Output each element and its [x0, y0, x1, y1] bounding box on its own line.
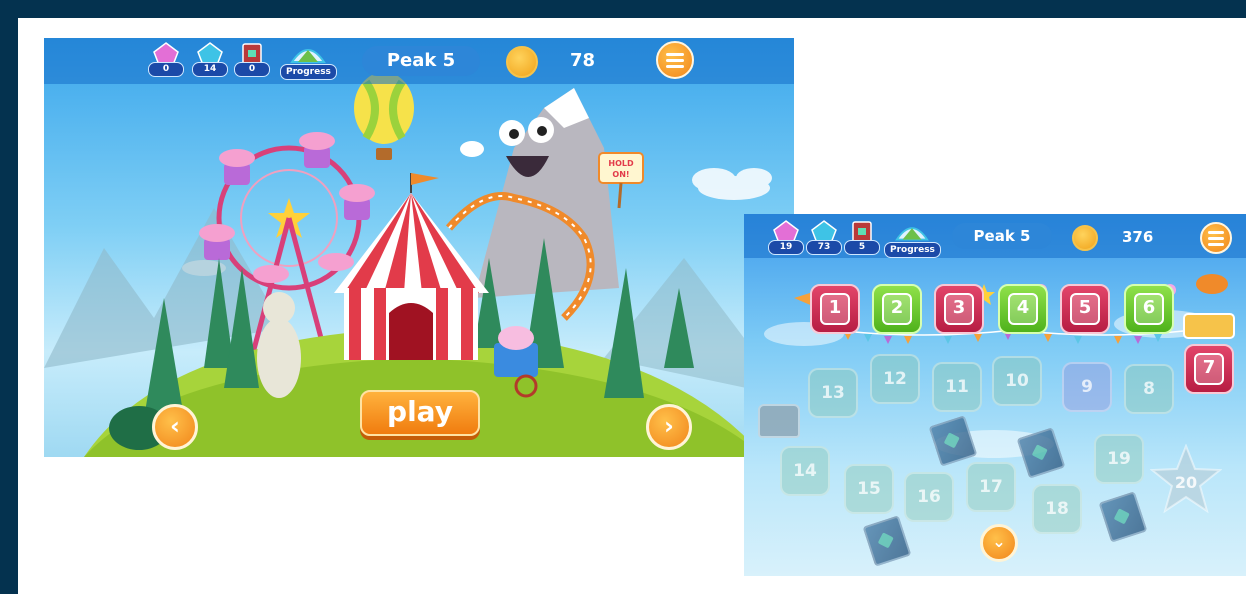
level-7-button[interactable]: 7	[1184, 344, 1234, 394]
progress-button[interactable]: Progress	[280, 42, 337, 80]
chevron-left-icon[interactable]: ‹	[152, 404, 198, 450]
book-counter[interactable]: 0	[234, 42, 270, 77]
coin-count-2: 376	[1122, 228, 1154, 246]
level-14-button[interactable]: 14	[780, 446, 830, 496]
svg-text:ON!: ON!	[612, 170, 629, 179]
pink-gem-count-2: 19	[768, 240, 804, 255]
peak-title: Peak 5	[362, 46, 480, 76]
level-20-label: 20	[1175, 473, 1197, 492]
coin-icon-2	[1072, 225, 1098, 251]
level-18-button[interactable]: 18	[1032, 484, 1082, 534]
map-screen: HOLD ON! 0 14 0 Progress Peak 5 78 ‹ pla…	[44, 38, 794, 457]
coin-icon	[506, 46, 538, 78]
peak-title-2: Peak 5	[952, 223, 1052, 249]
progress-label: Progress	[280, 64, 337, 80]
chevron-down-icon[interactable]: ⌄	[980, 524, 1018, 562]
blue-gem-count: 14	[192, 62, 228, 77]
level-11-button[interactable]: 11	[932, 362, 982, 412]
svg-text:HOLD: HOLD	[608, 159, 634, 168]
level-1-button[interactable]: 1	[810, 284, 860, 334]
book-count-2: 5	[844, 240, 880, 255]
level-2-button[interactable]: 2	[872, 284, 922, 334]
level-3-button[interactable]: 3	[934, 284, 984, 334]
coin-count: 78	[570, 50, 596, 71]
level-16-button[interactable]: 16	[904, 472, 954, 522]
blue-gem-count-2: 73	[806, 240, 842, 255]
locked-chest-icon	[758, 404, 800, 438]
progress-button-2[interactable]: Progress	[884, 220, 941, 258]
blue-gem-counter[interactable]: 14	[192, 42, 228, 77]
level-15-button[interactable]: 15	[844, 464, 894, 514]
level-9-button[interactable]: 9	[1062, 362, 1112, 412]
pink-gem-counter[interactable]: 0	[148, 42, 184, 77]
blue-gem-counter-2[interactable]: 73	[806, 220, 842, 255]
hamburger-menu-icon[interactable]	[656, 41, 694, 79]
level-4-button[interactable]: 4	[998, 284, 1048, 334]
pink-gem-count: 0	[148, 62, 184, 77]
chevron-right-icon[interactable]: ›	[646, 404, 692, 450]
level-20-star-button[interactable]: 20	[1150, 444, 1222, 514]
level-12-button[interactable]: 12	[870, 354, 920, 404]
level-5-button[interactable]: 5	[1060, 284, 1110, 334]
progress-label-2: Progress	[884, 242, 941, 258]
level-select-screen: 19 73 5 Progress Peak 5 376 1 2 3 4 5 6 …	[744, 214, 1246, 576]
level-6-button[interactable]: 6	[1124, 284, 1174, 334]
book-counter-2[interactable]: 5	[844, 220, 880, 255]
level-17-button[interactable]: 17	[966, 462, 1016, 512]
progress-mountain-icon	[895, 227, 930, 241]
level-19-button[interactable]: 19	[1094, 434, 1144, 484]
hamburger-menu-icon[interactable]	[1200, 222, 1232, 254]
book-count: 0	[234, 62, 270, 77]
play-button[interactable]: play	[360, 390, 480, 436]
level-13-button[interactable]: 13	[808, 368, 858, 418]
level-8-button[interactable]: 8	[1124, 364, 1174, 414]
pink-gem-counter-2[interactable]: 19	[768, 220, 804, 255]
progress-mountain-icon	[290, 49, 327, 63]
level-10-button[interactable]: 10	[992, 356, 1042, 406]
